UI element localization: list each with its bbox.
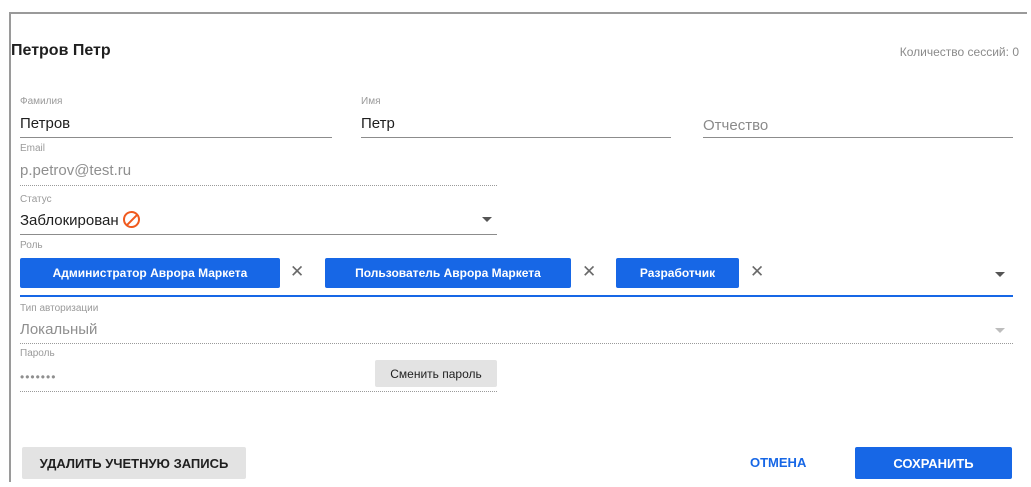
delete-account-button[interactable]: УДАЛИТЬ УЧЕТНУЮ ЗАПИСЬ: [22, 447, 246, 479]
password-label: Пароль: [20, 348, 55, 359]
close-icon[interactable]: ✕: [582, 262, 596, 282]
session-count-label: Количество сессий:: [899, 45, 1009, 59]
role-chip-admin: Администратор Аврора Маркета: [20, 258, 280, 288]
last-name-field[interactable]: Фамилия Петров: [20, 96, 332, 138]
session-count: Количество сессий: 0: [900, 45, 1019, 59]
password-value: •••••••: [20, 370, 57, 384]
auth-type-value: Локальный: [20, 321, 98, 338]
password-underline: [20, 391, 497, 392]
auth-type-underline: [20, 343, 1013, 344]
email-label: Email: [20, 143, 46, 154]
first-name-label: Имя: [361, 96, 381, 107]
middle-name-underline: [703, 137, 1013, 138]
last-name-underline: [20, 137, 332, 138]
close-icon[interactable]: ✕: [290, 262, 304, 282]
status-value: Заблокирован: [20, 211, 140, 229]
last-name-input[interactable]: Петров: [20, 115, 70, 132]
middle-name-input[interactable]: Отчество: [703, 117, 768, 134]
role-chip-developer: Разработчик: [616, 258, 739, 288]
session-count-value: 0: [1012, 45, 1019, 59]
last-name-label: Фамилия: [20, 96, 63, 107]
role-field: Роль: [20, 240, 120, 254]
save-button[interactable]: СОХРАНИТЬ: [855, 447, 1012, 479]
role-label: Роль: [20, 240, 43, 251]
first-name-field[interactable]: Имя Петр: [361, 96, 671, 138]
chevron-down-icon: [995, 328, 1005, 333]
change-password-button[interactable]: Сменить пароль: [375, 360, 497, 387]
middle-name-field[interactable]: Отчество: [703, 96, 1013, 138]
chevron-down-icon[interactable]: [482, 217, 492, 222]
user-edit-dialog: [9, 12, 1027, 482]
status-value-text: Заблокирован: [20, 212, 119, 229]
email-field: Email p.petrov@test.ru: [20, 143, 497, 187]
email-underline: [20, 185, 497, 186]
role-select-underline[interactable]: [20, 295, 1013, 297]
email-value: p.petrov@test.ru: [20, 162, 132, 179]
first-name-input[interactable]: Петр: [361, 115, 395, 132]
role-chip-user: Пользователь Аврора Маркета: [325, 258, 571, 288]
auth-type-select: Тип авторизации Локальный: [20, 303, 1013, 345]
chevron-down-icon[interactable]: [995, 272, 1005, 277]
block-icon: [122, 211, 140, 228]
cancel-button[interactable]: ОТМЕНА: [750, 455, 806, 470]
first-name-underline: [361, 137, 671, 138]
status-select[interactable]: Статус Заблокирован: [20, 194, 497, 236]
auth-type-label: Тип авторизации: [20, 303, 99, 314]
close-icon[interactable]: ✕: [750, 262, 764, 282]
page-title: Петров Петр: [11, 42, 111, 59]
status-underline: [20, 234, 497, 235]
status-label: Статус: [20, 194, 52, 205]
